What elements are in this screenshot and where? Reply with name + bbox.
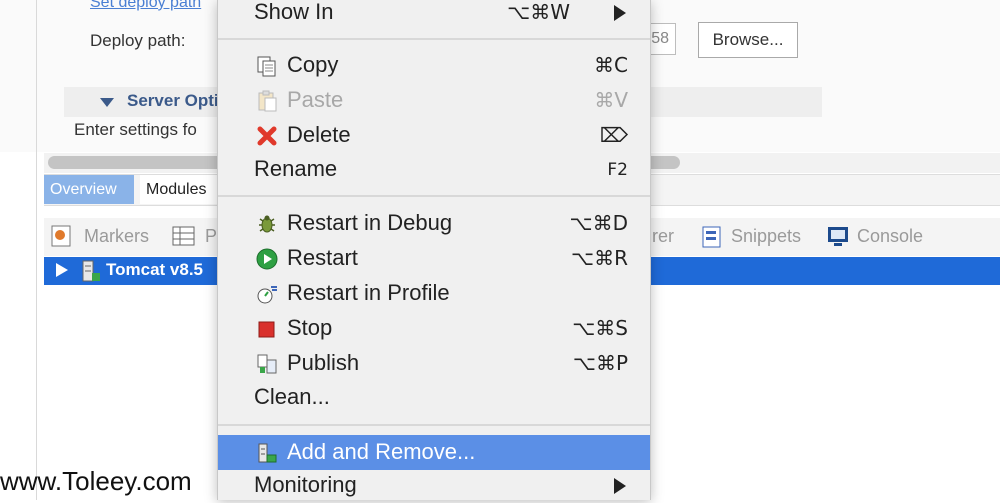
- expand-arrow-icon[interactable]: [56, 263, 68, 277]
- menu-item-label: Monitoring: [254, 472, 357, 497]
- markers-icon: [51, 225, 71, 247]
- paste-icon: [258, 90, 277, 112]
- debug-bug-icon: [259, 215, 275, 233]
- menu-item-label: Restart in Profile: [287, 280, 450, 305]
- menu-separator: [218, 424, 650, 426]
- submenu-arrow-icon: [614, 5, 626, 21]
- watermark-text: www.Toleey.com: [0, 466, 192, 496]
- context-menu: Show In ⌥⌘W Copy ⌘C Paste ⌘V Delete ⌦ Re…: [217, 0, 651, 500]
- stop-icon: [258, 321, 275, 338]
- snippets-icon: [702, 226, 721, 248]
- publish-icon: [257, 354, 277, 374]
- tab-properties[interactable]: P: [205, 226, 217, 247]
- menu-item-label: Paste: [287, 87, 344, 112]
- menu-item-shortcut: ⌥⌘R: [571, 246, 628, 270]
- server-options-title: Server Optio: [127, 91, 230, 110]
- menu-item-publish[interactable]: Publish ⌥⌘P: [218, 346, 650, 381]
- menu-separator: [218, 38, 650, 40]
- tab-explorer[interactable]: rer: [652, 226, 674, 247]
- menu-item-paste: Paste ⌘V: [218, 83, 650, 118]
- menu-item-label: Show In: [254, 0, 334, 24]
- menu-item-label: Restart in Debug: [287, 210, 453, 235]
- deploy-path-label: Deploy path:: [90, 31, 186, 50]
- console-icon: [828, 227, 848, 246]
- copy-icon: [257, 56, 276, 77]
- delete-icon: [257, 126, 277, 146]
- profile-stopwatch-icon: [257, 286, 277, 304]
- menu-separator: [218, 195, 650, 197]
- menu-item-label: Add and Remove...: [287, 439, 476, 464]
- menu-item-shortcut: ⌥⌘S: [572, 316, 628, 340]
- menu-item-restart-in-debug[interactable]: Restart in Debug ⌥⌘D: [218, 206, 650, 241]
- menu-item-shortcut: ⌘C: [594, 53, 628, 77]
- browse-button[interactable]: Browse...: [698, 22, 798, 58]
- tab-markers[interactable]: Markers: [84, 226, 149, 247]
- tab-console[interactable]: Console: [857, 226, 923, 247]
- menu-item-stop[interactable]: Stop ⌥⌘S: [218, 311, 650, 346]
- menu-item-restart-in-profile[interactable]: Restart in Profile: [218, 276, 650, 311]
- menu-item-label: Restart: [287, 245, 358, 270]
- submenu-arrow-icon: [614, 478, 626, 494]
- server-options-description: Enter settings fo: [74, 120, 197, 139]
- menu-item-shortcut: ⌥⌘P: [572, 351, 628, 375]
- add-remove-icon: [258, 443, 277, 463]
- menu-item-clean[interactable]: Clean...: [218, 380, 650, 415]
- menu-item-shortcut: ⌘V: [594, 88, 628, 112]
- restart-play-icon: [256, 248, 278, 270]
- menu-item-label: Copy: [287, 52, 339, 77]
- left-divider: [36, 0, 37, 500]
- menu-item-label: Delete: [287, 122, 351, 147]
- menu-item-delete[interactable]: Delete ⌦: [218, 118, 650, 153]
- set-deploy-path-link[interactable]: Set deploy path: [90, 0, 201, 12]
- menu-item-label: Stop: [287, 315, 333, 340]
- server-row-label: Tomcat v8.5: [106, 260, 204, 279]
- menu-item-copy[interactable]: Copy ⌘C: [218, 48, 650, 83]
- menu-item-label: Rename: [254, 156, 338, 181]
- chevron-down-icon[interactable]: [100, 98, 114, 108]
- menu-item-shortcut: F2: [607, 160, 628, 180]
- menu-item-shortcut: ⌥⌘W: [507, 0, 570, 24]
- tab-modules[interactable]: Modules: [140, 175, 226, 204]
- menu-item-label: Clean...: [254, 384, 330, 409]
- tab-snippets[interactable]: Snippets: [731, 226, 801, 247]
- server-icon: [82, 260, 100, 282]
- tab-overview[interactable]: Overview: [44, 175, 134, 204]
- menu-item-shortcut: ⌦: [599, 123, 628, 147]
- menu-item-show-in[interactable]: Show In ⌥⌘W: [218, 0, 650, 30]
- menu-item-restart[interactable]: Restart ⌥⌘R: [218, 241, 650, 276]
- menu-item-label: Publish: [287, 350, 360, 375]
- menu-item-shortcut: ⌥⌘D: [569, 211, 628, 235]
- properties-icon: [172, 226, 195, 246]
- menu-item-add-and-remove[interactable]: Add and Remove...: [218, 435, 650, 470]
- menu-item-monitoring[interactable]: Monitoring: [218, 468, 650, 503]
- menu-item-rename[interactable]: Rename F2: [218, 152, 650, 187]
